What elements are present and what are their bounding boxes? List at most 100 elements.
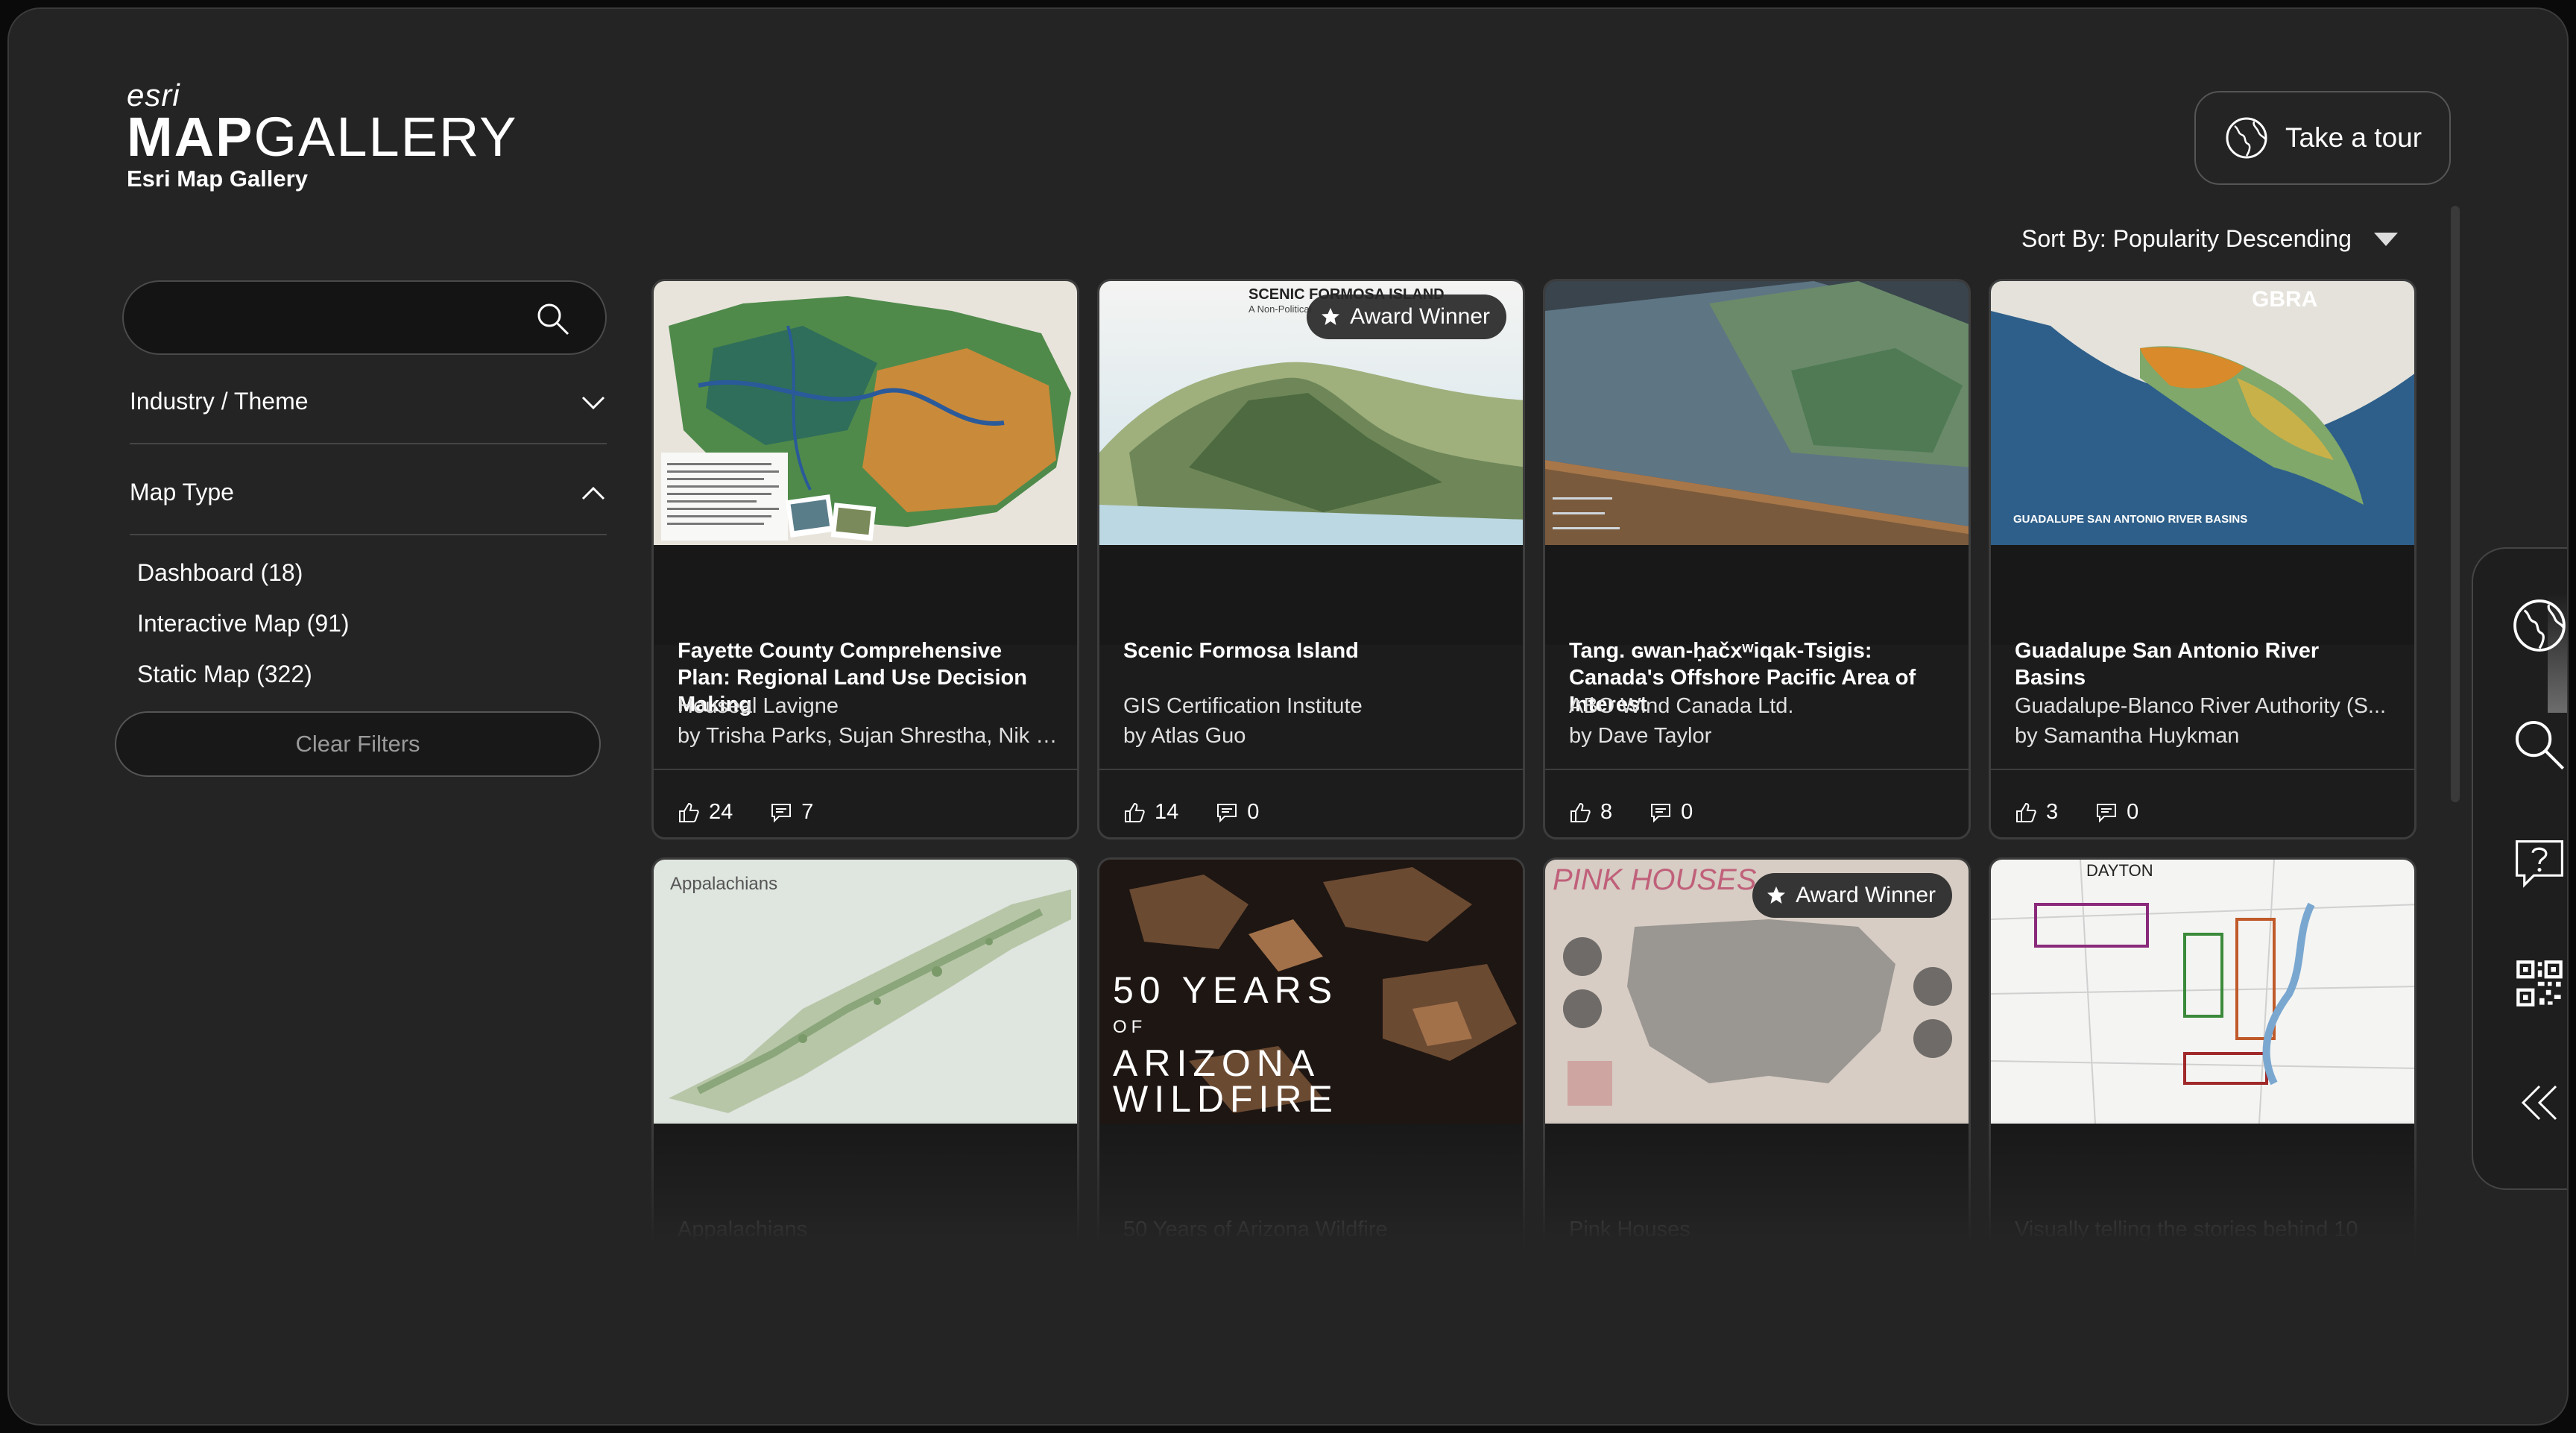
card-spacer	[654, 545, 1077, 645]
chevron-down-icon	[581, 396, 605, 409]
map-card[interactable]: Appalachians Appalachians	[651, 857, 1079, 1418]
globe-icon	[2513, 599, 2566, 652]
card-byline: by Trisha Parks, Sujan Shrestha, Nik D..…	[678, 724, 1058, 748]
thumbnail-title: GBRA	[2252, 287, 2317, 312]
thumbs-up-icon[interactable]	[678, 801, 700, 824]
award-winner-label: Award Winner	[1796, 883, 1936, 907]
award-winner-label: Award Winner	[1350, 304, 1490, 329]
double-chevron-left-icon	[2521, 1085, 2557, 1121]
search-box[interactable]	[122, 280, 607, 355]
thumbnail-line-1: 50 YEARS	[1113, 969, 1338, 1011]
card-title: Visually telling the stories behind 10	[2015, 1218, 2358, 1241]
logo-map: MAP	[127, 106, 254, 168]
map-card[interactable]: DAYTON Visually telling the stories behi…	[1989, 857, 2416, 1418]
likes-count: 14	[1155, 800, 1179, 824]
thumbs-up-icon[interactable]	[1569, 801, 1591, 824]
likes-count: 3	[2046, 800, 2059, 824]
search-icon	[2515, 720, 2565, 770]
thumbnail-line-4: WILDFIRE	[1113, 1078, 1339, 1120]
app-window: esri MAPGALLERY Esri Map Gallery Take a …	[7, 7, 2569, 1426]
star-icon	[1322, 308, 1340, 325]
chevron-up-icon	[581, 486, 605, 500]
map-card[interactable]: Fayette County Comprehensive Plan: Regio…	[651, 279, 1079, 840]
card-divider	[1991, 769, 2414, 770]
comment-icon[interactable]	[770, 801, 792, 824]
card-divider	[1545, 769, 1969, 770]
thumbs-up-icon[interactable]	[1123, 801, 1146, 824]
filter-option-interactive-map[interactable]: Interactive Map (91)	[137, 610, 350, 637]
take-a-tour-button[interactable]: Take a tour	[2194, 91, 2451, 185]
map-card[interactable]: SCENIC FORMOSA ISLAND A Non-Political Aw…	[1097, 279, 1525, 840]
qr-code-button[interactable]	[2507, 951, 2567, 1015]
globe-icon	[2226, 117, 2267, 159]
card-author: Houseal Lavigne	[678, 694, 839, 718]
card-stats: 3 0	[2015, 800, 2138, 825]
comment-icon[interactable]	[2095, 801, 2118, 824]
comments-count: 0	[1247, 800, 1260, 824]
card-title: Pink Houses	[1569, 1218, 1690, 1241]
card-divider	[654, 769, 1077, 770]
card-spacer	[1099, 545, 1523, 645]
map-card[interactable]: PINK HOUSES Award Winner Pink Houses	[1543, 857, 1971, 1418]
explore-globe-button[interactable]	[2507, 593, 2567, 658]
map-thumbnail: Appalachians	[654, 860, 1077, 1124]
card-spacer	[1991, 545, 2414, 645]
card-byline: by Dave Taylor	[1569, 724, 1712, 748]
clear-filters-button[interactable]: Clear Filters	[115, 711, 601, 777]
map-type-facet[interactable]: Map Type	[130, 479, 607, 506]
help-question-icon	[2516, 840, 2563, 888]
card-spacer	[1099, 1124, 1523, 1223]
facet-divider	[130, 534, 607, 535]
comments-count: 0	[2127, 800, 2139, 824]
search-icon[interactable]	[535, 301, 571, 337]
industry-theme-label: Industry / Theme	[130, 388, 309, 415]
collapse-rail-button[interactable]	[2507, 1071, 2567, 1135]
card-spacer	[1545, 545, 1969, 645]
card-title: Guadalupe San Antonio River Basins	[2015, 639, 2320, 690]
thumbnail-subtitle: GUADALUPE SAN ANTONIO RIVER BASINS	[2013, 513, 2247, 526]
qr-code-icon	[2516, 960, 2563, 1007]
card-title: Appalachians	[678, 1218, 808, 1241]
thumbnail-title: Appalachians	[670, 874, 777, 894]
map-card[interactable]: GBRA GUADALUPE SAN ANTONIO RIVER BASINS …	[1989, 279, 2416, 840]
thumbnail-title: DAYTON	[2086, 861, 2153, 880]
esri-map-gallery-logo[interactable]: esri MAPGALLERY Esri Map Gallery	[127, 80, 518, 192]
thumbs-up-icon[interactable]	[2015, 801, 2037, 824]
likes-count: 24	[709, 800, 733, 824]
search-rail-button[interactable]	[2507, 713, 2567, 777]
map-thumbnail: 50 YEARS OF ARIZONA WILDFIRE	[1099, 860, 1523, 1124]
card-stats: 14 0	[1123, 800, 1259, 825]
logo-subtitle: Esri Map Gallery	[127, 166, 308, 192]
sort-dropdown[interactable]: Sort By: Popularity Descending	[2021, 225, 2398, 253]
map-card[interactable]: 50 YEARS OF ARIZONA WILDFIRE 50 Years of…	[1097, 857, 1525, 1418]
card-spacer	[654, 1124, 1077, 1223]
map-thumbnail: DAYTON	[1991, 860, 2414, 1124]
card-title: Scenic Formosa Island	[1123, 639, 1359, 663]
likes-count: 8	[1600, 800, 1613, 824]
comment-icon[interactable]	[1216, 801, 1238, 824]
gallery-scrollbar[interactable]	[2451, 206, 2460, 802]
filter-option-dashboard[interactable]: Dashboard (18)	[137, 559, 303, 587]
map-type-label: Map Type	[130, 479, 234, 506]
thumbnail-subtitle: A Non-Political	[1248, 303, 1312, 315]
facet-divider	[130, 443, 607, 444]
award-winner-badge: Award Winner	[1752, 873, 1952, 918]
map-thumbnail	[1545, 281, 1969, 545]
comments-count: 0	[1681, 800, 1693, 824]
search-input[interactable]	[146, 295, 534, 340]
comment-icon[interactable]	[1650, 801, 1672, 824]
sort-label: Sort By: Popularity Descending	[2021, 225, 2352, 252]
card-author: ABO Wind Canada Ltd.	[1569, 694, 1794, 718]
help-button[interactable]	[2507, 832, 2567, 896]
side-toolbar	[2472, 547, 2567, 1190]
map-card[interactable]: Tang. ɢwan-ḥačxʷiqak-Tsigis: Canada's Of…	[1543, 279, 1971, 840]
card-stats: 8 0	[1569, 800, 1693, 825]
filter-option-static-map[interactable]: Static Map (322)	[137, 661, 312, 688]
award-winner-badge: Award Winner	[1307, 295, 1506, 339]
card-spacer	[1545, 1124, 1969, 1223]
comments-count: 7	[801, 800, 814, 824]
card-byline: by Samantha Huykman	[2015, 724, 2240, 748]
card-stats: 24 7	[678, 800, 813, 825]
industry-theme-facet[interactable]: Industry / Theme	[130, 388, 607, 415]
card-author: GIS Certification Institute	[1123, 694, 1363, 718]
